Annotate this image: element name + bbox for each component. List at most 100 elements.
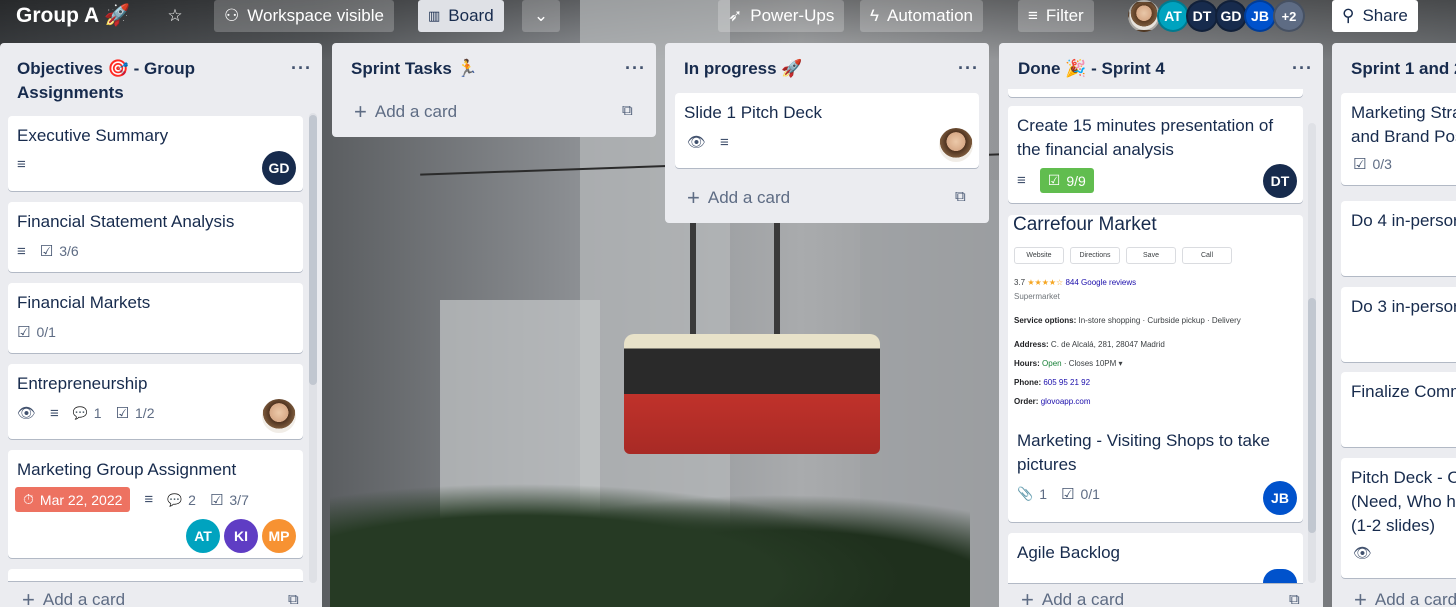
plus-icon: + xyxy=(354,99,367,124)
list-menu-icon[interactable]: ··· xyxy=(625,57,646,77)
comment-icon: 💬 xyxy=(72,406,88,420)
add-card-button[interactable]: + Add a card xyxy=(0,583,125,607)
list-menu-icon[interactable]: ··· xyxy=(958,57,979,77)
list-title[interactable]: Sprint 1 and 2 xyxy=(1351,57,1456,81)
member-avatar[interactable] xyxy=(1128,0,1160,32)
cover-category: Supermarket xyxy=(1014,292,1060,301)
card-title: Marketing Group Assignment xyxy=(17,460,237,479)
attachment-icon: 📎 xyxy=(1017,486,1034,501)
card[interactable]: Carrefour Market Website Directions Save… xyxy=(1008,214,1303,522)
card[interactable]: Financial Markets ☑ 0/1 xyxy=(8,283,303,353)
share-button[interactable]: ⚲ Share xyxy=(1332,0,1418,32)
list-title[interactable]: Objectives 🎯 - Group Assignments xyxy=(17,57,217,105)
watch-icon: 👁 xyxy=(687,134,707,151)
card-template-icon[interactable]: ⧉ xyxy=(622,102,633,119)
view-switcher-chevron-icon[interactable]: ⌄ xyxy=(522,0,560,32)
comment-badge: 💬 1 xyxy=(73,405,102,421)
card-template-icon[interactable]: ⧉ xyxy=(1289,591,1300,607)
member-avatar[interactable]: AT xyxy=(1157,0,1189,32)
plus-icon: + xyxy=(1021,587,1034,607)
watch-icon: 👁 xyxy=(1353,545,1373,562)
more-members-count[interactable]: +2 xyxy=(1273,0,1305,32)
list-header: Sprint Tasks 🏃 ··· xyxy=(332,43,656,87)
card[interactable]: Slide 1 Pitch Deck 👁 ≡ xyxy=(675,93,979,168)
card-title-line: and Brand Pos xyxy=(1351,127,1456,146)
list-title[interactable]: In progress 🚀 xyxy=(684,57,802,81)
comment-badge: 💬 2 xyxy=(167,492,196,508)
card-member-avatar[interactable]: JB xyxy=(1263,481,1297,515)
card-title: Pitch Deck - O (Need, Who ha (1-2 slides… xyxy=(1351,466,1456,538)
filter-button[interactable]: ≡ Filter xyxy=(1018,0,1094,32)
card[interactable] xyxy=(8,569,303,581)
list-title[interactable]: Done 🎉 - Sprint 4 xyxy=(1018,57,1165,81)
checklist-icon: ☑ xyxy=(1353,156,1367,173)
automation-button[interactable]: ϟ Automation xyxy=(860,0,983,32)
list-scrollbar-thumb[interactable] xyxy=(1308,298,1316,533)
card[interactable]: Create 15 minutes presentation of the fi… xyxy=(1008,106,1303,203)
card-title: Executive Summary xyxy=(17,126,169,145)
card[interactable]: Executive Summary ≡ GD xyxy=(8,116,303,191)
card[interactable]: Do 3 in-persor xyxy=(1341,287,1456,362)
description-icon: ≡ xyxy=(17,242,26,260)
cover-address-label: Address: xyxy=(1014,340,1049,349)
attachment-badge: 📎 1 xyxy=(1017,486,1047,502)
card-badges: ☑ 0/3 xyxy=(1353,155,1392,173)
board-title[interactable]: Group A 🚀 xyxy=(6,0,140,32)
add-card-button[interactable]: + Add a card xyxy=(1332,583,1456,607)
card-member-avatar[interactable]: DT xyxy=(1263,164,1297,198)
background-trees xyxy=(330,467,970,607)
board-view-label: Board xyxy=(448,6,494,25)
list-menu-icon[interactable]: ··· xyxy=(1292,57,1313,77)
add-card-button[interactable]: + Add a card xyxy=(999,583,1124,607)
add-card-button[interactable]: + Add a card xyxy=(332,95,457,129)
board-view-button[interactable]: ▥ Board xyxy=(418,0,504,32)
card[interactable]: Agile Backlog xyxy=(1008,533,1303,583)
card[interactable]: Marketing Stra and Brand Pos ☑ 0/3 xyxy=(1341,93,1456,185)
card-member-avatar[interactable]: GD xyxy=(262,151,296,185)
card[interactable]: Financial Statement Analysis ≡ ☑ 3/6 xyxy=(8,202,303,272)
checklist-icon: ☑ xyxy=(115,405,130,422)
powerups-button[interactable]: ➶ Power-Ups xyxy=(718,0,845,32)
card-badges: 👁 ≡ 💬 1 ☑ 1/2 xyxy=(17,404,154,423)
cover-service: In-store shopping · Curbside pickup · De… xyxy=(1078,316,1241,325)
list-scrollbar-thumb[interactable] xyxy=(309,115,317,385)
card-member-avatar[interactable] xyxy=(939,128,973,162)
plus-icon: + xyxy=(1354,587,1367,607)
cover-order: glovoapp.com xyxy=(1040,397,1091,406)
card-badges: ≡ ☑ 9/9 xyxy=(1017,168,1094,193)
member-avatar[interactable]: GD xyxy=(1215,0,1247,32)
checklist-icon: ☑ xyxy=(1060,486,1075,503)
member-avatar[interactable]: JB xyxy=(1244,0,1276,32)
card-member-avatar[interactable] xyxy=(262,399,296,433)
card-badges: ⏱ Mar 22, 2022 ≡ 💬 2 ☑ 3/7 xyxy=(15,487,249,512)
cover-hours-rest: · Closes 10PM ▾ xyxy=(1063,359,1123,368)
card-member-avatar[interactable]: KI xyxy=(224,519,258,553)
card[interactable]: Marketing Group Assignment ⏱ Mar 22, 202… xyxy=(8,450,303,558)
cover-service-label: Service options: xyxy=(1014,316,1077,325)
due-date-badge[interactable]: ⏱ Mar 22, 2022 xyxy=(15,487,131,512)
card-title-line: Marketing Stra xyxy=(1351,103,1456,122)
card-template-icon[interactable]: ⧉ xyxy=(288,591,299,607)
card[interactable]: Finalize Comm xyxy=(1341,372,1456,447)
cover-rating: 3.7 xyxy=(1014,278,1026,287)
add-card-button[interactable]: + Add a card xyxy=(665,181,790,215)
member-avatar[interactable]: DT xyxy=(1186,0,1218,32)
description-icon: ≡ xyxy=(1017,172,1026,189)
card-template-icon[interactable]: ⧉ xyxy=(955,188,966,205)
list-title[interactable]: Sprint Tasks 🏃 xyxy=(351,57,478,81)
checklist-count: 0/1 xyxy=(36,324,56,340)
card[interactable]: Do 4 in-persor xyxy=(1341,201,1456,276)
star-icon[interactable]: ☆ xyxy=(158,0,192,32)
card-member-avatar[interactable]: MP xyxy=(262,519,296,553)
card-member-avatar[interactable] xyxy=(1263,569,1297,583)
description-icon: ≡ xyxy=(17,156,26,173)
card-member-avatar[interactable]: AT xyxy=(186,519,220,553)
list-menu-icon[interactable]: ··· xyxy=(291,57,312,77)
card-title: Do 4 in-persor xyxy=(1351,211,1456,230)
card[interactable]: Entrepreneurship 👁 ≡ 💬 1 ☑ 1/2 xyxy=(8,364,303,439)
watch-icon: 👁 xyxy=(17,405,37,422)
cover-address: C. de Alcalá, 281, 28047 Madrid xyxy=(1050,340,1165,349)
card[interactable]: Pitch Deck - O (Need, Who ha (1-2 slides… xyxy=(1341,458,1456,578)
workspace-visibility-button[interactable]: ⚇ Workspace visible xyxy=(214,0,394,32)
card[interactable] xyxy=(1008,89,1303,97)
